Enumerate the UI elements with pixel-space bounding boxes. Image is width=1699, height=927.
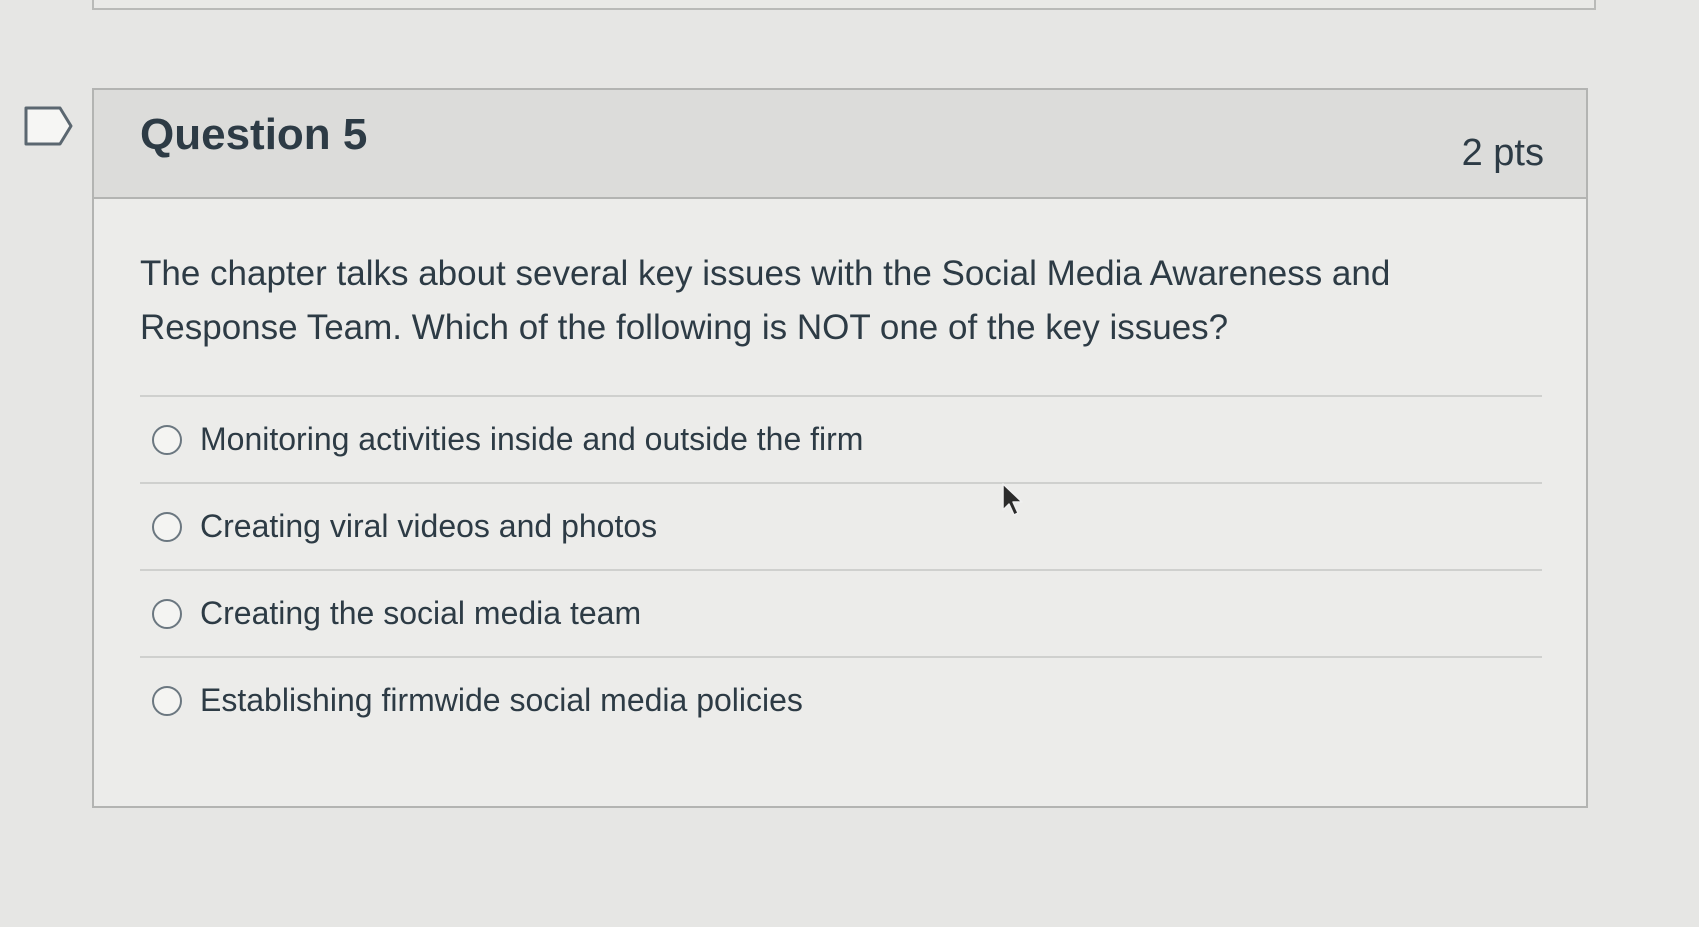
answer-option[interactable]: Creating viral videos and photos [140, 484, 1542, 571]
answer-label: Creating viral videos and photos [200, 508, 658, 544]
answer-label: Creating the social media team [200, 595, 642, 631]
question-card: Question 5 2 pts The chapter talks about… [92, 88, 1588, 808]
question-points: 2 pts [1461, 132, 1544, 174]
answer-option[interactable]: Establishing firmwide social media polic… [140, 658, 1542, 743]
question-body: The chapter talks about several key issu… [94, 199, 1586, 743]
radio-button[interactable] [152, 685, 182, 716]
question-header: Question 5 2 pts [94, 90, 1586, 199]
question-title: Question 5 [140, 110, 368, 159]
answer-option[interactable]: Monitoring activities inside and outside… [140, 397, 1542, 484]
answer-label: Establishing firmwide social media polic… [200, 682, 803, 718]
radio-button[interactable] [152, 424, 182, 455]
answer-label: Monitoring activities inside and outside… [200, 421, 864, 457]
answer-list: Monitoring activities inside and outside… [140, 395, 1542, 743]
previous-question-card-edge [92, 0, 1596, 10]
mouse-pointer-icon [1001, 482, 1025, 518]
question-text: The chapter talks about several key issu… [140, 254, 1391, 347]
radio-button[interactable] [152, 511, 182, 542]
radio-button[interactable] [152, 598, 182, 629]
flag-question-icon[interactable] [24, 106, 74, 146]
answer-option[interactable]: Creating the social media team [140, 571, 1542, 658]
